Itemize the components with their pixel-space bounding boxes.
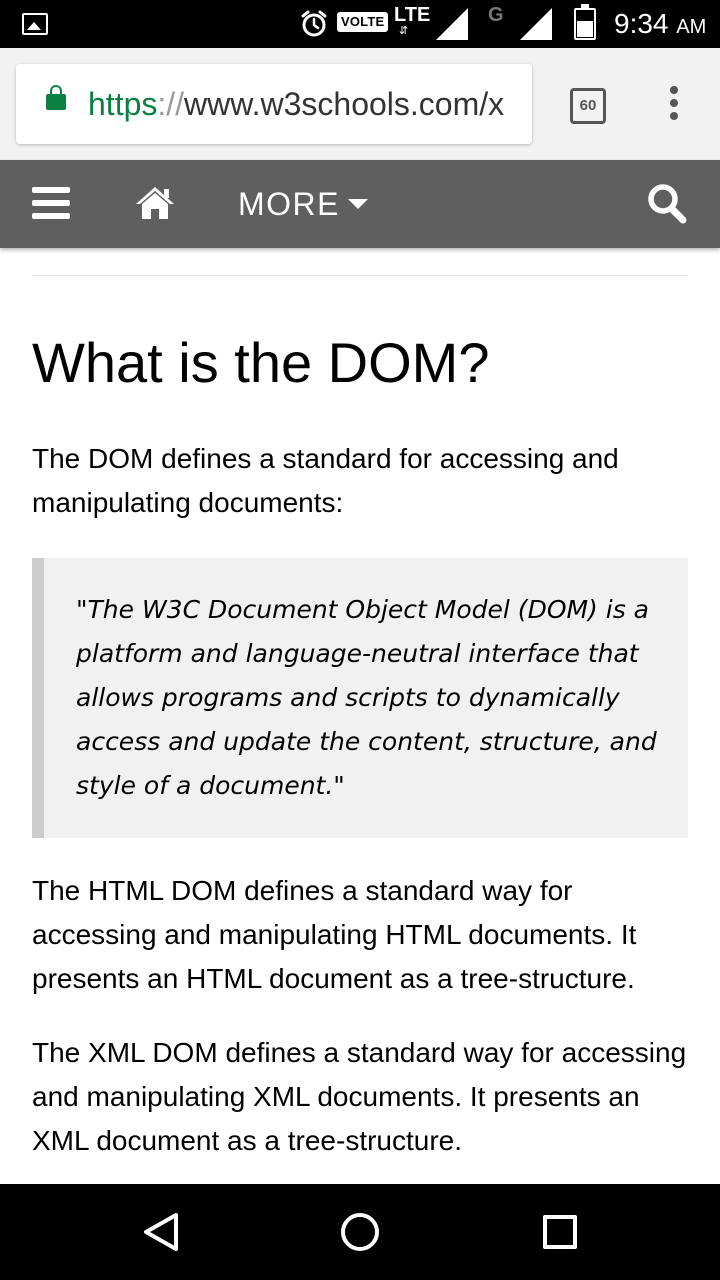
status-bar: VOLTE LTE ⇵ G 9:34 AM [0, 0, 720, 48]
gallery-icon [22, 13, 48, 35]
xml-dom-paragraph: The XML DOM defines a standard way for a… [32, 1037, 687, 1156]
search-icon[interactable] [646, 182, 688, 226]
system-nav-bar [0, 1184, 720, 1280]
w3c-definition-quote: "The W3C Document Object Model (DOM) is … [32, 558, 688, 838]
home-circle-icon[interactable] [341, 1213, 379, 1251]
alarm-icon [301, 10, 327, 37]
recents-icon[interactable] [543, 1215, 577, 1249]
clock: 9:34 AM [614, 8, 707, 39]
intro-paragraph: The DOM defines a standard for accessing… [32, 443, 619, 518]
lte-label: LTE [394, 4, 431, 26]
html-dom-paragraph: The HTML DOM defines a standard way for … [32, 875, 637, 994]
g-network-label: G [488, 4, 504, 26]
battery-icon [574, 4, 596, 40]
volte-badge: VOLTE [337, 12, 389, 32]
quote-text: "The W3C Document Object Model (DOM) is … [76, 595, 657, 800]
more-menu-button[interactable]: MORE [238, 182, 368, 226]
address-bar[interactable]: https://www.w3schools.com/x [16, 64, 532, 144]
browser-toolbar: https://www.w3schools.com/x 60 [0, 48, 720, 160]
lock-icon[interactable] [46, 85, 66, 110]
home-icon[interactable] [134, 184, 176, 222]
back-icon[interactable] [142, 1212, 180, 1252]
page-title: What is the DOM? [32, 331, 490, 394]
caret-down-icon [348, 198, 368, 209]
divider [32, 275, 688, 276]
site-navbar: MORE [0, 160, 720, 248]
data-activity-icon: ⇵ [399, 24, 409, 37]
tab-switcher-icon[interactable]: 60 [570, 88, 606, 124]
hamburger-icon[interactable] [32, 187, 70, 221]
signal-icon-secondary [520, 8, 552, 40]
overflow-menu-icon[interactable] [664, 86, 684, 124]
signal-icon [436, 8, 468, 40]
url-text[interactable]: https://www.w3schools.com/x [88, 84, 504, 124]
